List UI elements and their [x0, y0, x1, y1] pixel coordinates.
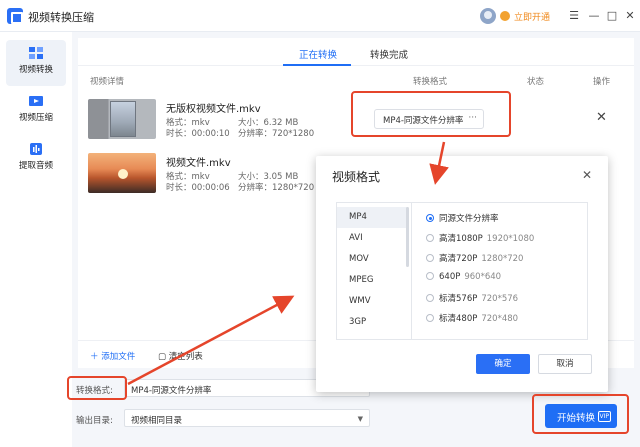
sidebar: 视频转换 视频压缩 提取音频	[0, 32, 72, 447]
format-option-mpeg[interactable]: MPEG	[337, 270, 407, 291]
video-thumbnail	[88, 153, 156, 193]
sidebar-item-video-convert[interactable]: 视频转换	[6, 40, 66, 86]
close-window-button[interactable]: ✕	[622, 8, 638, 24]
resolution-option[interactable]: 高清720P 1280*720	[426, 252, 523, 264]
clear-list-label: 清空列表	[168, 352, 203, 362]
app-logo-icon	[7, 8, 23, 24]
tab-completed[interactable]: 转换完成	[370, 47, 408, 61]
delete-row-button[interactable]: ✕	[596, 110, 607, 125]
video-thumbnail	[88, 99, 156, 139]
format-option-mp4[interactable]: MP4	[337, 207, 407, 228]
sidebar-item-label: 视频转换	[18, 65, 53, 75]
file-duration: 时长：00:00:10	[166, 129, 230, 139]
dialog-close-button[interactable]: ✕	[582, 168, 592, 182]
dialog-title: 视频格式	[332, 170, 381, 184]
annotation-box-format-label	[67, 376, 127, 400]
add-file-button[interactable]: ＋ 添加文件	[90, 350, 135, 362]
sidebar-item-label: 提取音频	[18, 161, 53, 171]
radio-icon	[426, 314, 434, 322]
annotation-box-start-button	[532, 394, 629, 434]
format-option-mov[interactable]: MOV	[337, 249, 407, 270]
column-header-actions: 操作	[593, 77, 611, 87]
tab-converting[interactable]: 正在转换	[299, 47, 337, 61]
convert-format-value: MP4-同源文件分辨率	[131, 386, 212, 396]
tab-bar: 正在转换 转换完成	[78, 38, 634, 66]
format-option-3gp[interactable]: 3GP	[337, 312, 407, 333]
format-list-scrollbar[interactable]	[406, 207, 409, 267]
sidebar-item-audio-extract[interactable]: 提取音频	[6, 136, 66, 182]
format-list: MP4 AVI MOV MPEG WMV 3GP	[336, 202, 412, 340]
output-dir-select[interactable]: 视频相同目录 ▼	[124, 409, 370, 427]
file-resolution: 分辨率：1280*720	[238, 183, 315, 193]
radio-icon	[426, 254, 434, 262]
vip-icon	[500, 11, 510, 21]
resolution-option[interactable]: 标清480P 720*480	[426, 312, 518, 324]
resolution-option[interactable]: 标清576P 720*576	[426, 292, 518, 304]
minimize-button[interactable]: —	[586, 8, 602, 24]
dialog-ok-button[interactable]: 确定	[476, 354, 530, 374]
resolution-option[interactable]: 同源文件分辨率	[426, 212, 499, 224]
file-resolution: 分辨率：720*1280	[238, 129, 315, 139]
maximize-button[interactable]: □	[604, 8, 620, 24]
radio-selected-icon	[426, 214, 434, 222]
chevron-down-icon: ▼	[357, 415, 363, 423]
resolution-option[interactable]: 高清1080P 1920*1080	[426, 232, 534, 244]
file-name: 无版权视频文件.mkv	[166, 104, 261, 115]
sidebar-item-video-compress[interactable]: 视频压缩	[6, 88, 66, 134]
annotation-box-format-pill	[351, 91, 511, 137]
resolution-list: 同源文件分辨率 高清1080P 1920*1080 高清720P 1280*720 …	[412, 202, 588, 340]
column-header-details: 视频详情	[90, 77, 125, 87]
open-vip-link[interactable]: 立即开通	[514, 10, 550, 23]
output-dir-label: 输出目录:	[76, 416, 113, 426]
sidebar-item-label: 视频压缩	[18, 113, 53, 123]
video-format-dialog: 视频格式 ✕ MP4 AVI MOV MPEG WMV 3GP 同源文件分辨率 …	[316, 156, 608, 392]
avatar[interactable]	[480, 8, 496, 24]
column-header-status: 状态	[527, 77, 545, 87]
clear-list-button[interactable]: ▢ 清空列表	[158, 350, 203, 362]
video-compress-icon	[29, 96, 43, 106]
active-tab-indicator	[283, 64, 351, 66]
dialog-cancel-button[interactable]: 取消	[538, 354, 592, 374]
menu-icon[interactable]: ☰	[566, 8, 582, 24]
column-header-format: 转换格式	[413, 77, 448, 87]
format-option-avi[interactable]: AVI	[337, 228, 407, 249]
resolution-option[interactable]: 640P 960*640	[426, 272, 501, 282]
audio-extract-icon	[30, 143, 42, 155]
format-option-wmv[interactable]: WMV	[337, 291, 407, 312]
output-dir-value: 视频相同目录	[131, 416, 183, 426]
trash-icon: ▢	[158, 352, 169, 362]
radio-icon	[426, 294, 434, 302]
title-bar: 视频转换压缩 立即开通 ☰ — □ ✕	[0, 0, 640, 32]
radio-icon	[426, 234, 434, 242]
radio-icon	[426, 272, 434, 280]
app-title: 视频转换压缩	[28, 11, 94, 24]
file-duration: 时长：00:00:06	[166, 183, 230, 193]
video-convert-icon	[29, 47, 43, 59]
file-name: 视频文件.mkv	[166, 158, 231, 169]
